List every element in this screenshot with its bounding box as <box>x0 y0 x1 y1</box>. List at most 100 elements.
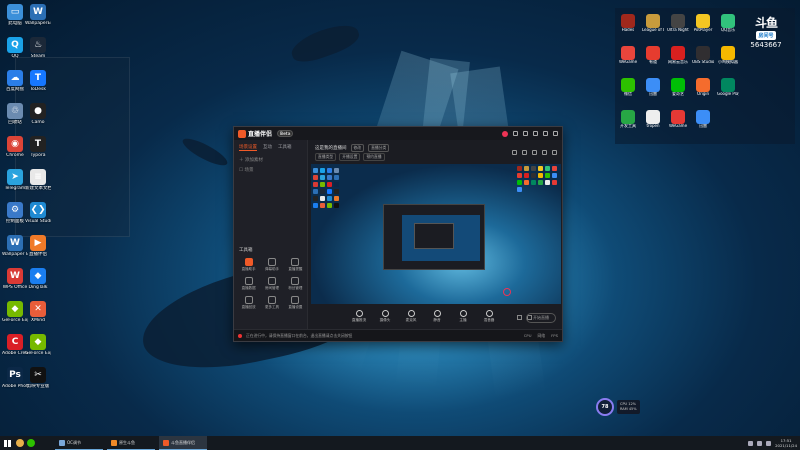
camera-icon[interactable] <box>517 315 522 320</box>
toolbar-button[interactable]: 混音器 <box>479 310 499 323</box>
tool-label: 直播助手 <box>241 267 256 271</box>
fence-app-icon[interactable]: 有道 <box>642 46 664 65</box>
toolbar-label: 主播 <box>459 318 467 322</box>
desktop-icon-label: Visual Studio Code <box>25 219 51 224</box>
mini-icon <box>313 182 318 187</box>
taskbar-item[interactable]: 原生斗鱼 <box>107 436 155 450</box>
fence-app-icon[interactable]: 微信 <box>617 78 639 97</box>
fence-app-icon[interactable]: Google Play <box>717 78 739 97</box>
scene-row[interactable]: ☐ 场景 <box>234 165 307 175</box>
desktop-icon[interactable]: ≡ 新建文本文档 <box>25 169 51 191</box>
stream-settings-chip[interactable]: 开播设置 <box>339 153 361 161</box>
toolbar-button[interactable]: 直播推流 <box>349 310 369 323</box>
toolbox-item[interactable]: 房间管理 <box>260 277 283 291</box>
toolbar-label: 静音 <box>433 318 441 322</box>
fence-app-icon[interactable]: OBS Studio <box>692 46 714 65</box>
desktop-icon[interactable]: ◆ DingTalk <box>25 268 51 290</box>
mirror-icon[interactable] <box>542 150 547 155</box>
start-button[interactable] <box>0 436 14 450</box>
toolbox-grid: 直播助手 弹幕助手 直播提醒直播数据 房间管理 粉丝管理直播回放 更多工具 直播设置 <box>237 258 307 310</box>
fence-app-icon[interactable]: 开发工具 <box>617 110 639 129</box>
toolbar-button[interactable]: 静音 <box>427 310 447 323</box>
app-icon: ☁ <box>7 70 23 86</box>
desktop-icon[interactable]: ♨ Steam <box>25 37 51 59</box>
toolbox-item[interactable]: 直播回放 <box>237 296 260 310</box>
title-bar[interactable]: 直播伴侣 Beta <box>234 127 562 140</box>
taskbar-item[interactable]: 斗鱼直播伴侣 <box>159 436 207 450</box>
desktop-icon[interactable]: T Typora <box>25 136 51 158</box>
desktop-icon[interactable]: ✕ XMind <box>25 301 51 323</box>
layout-icon[interactable] <box>532 150 537 155</box>
toolbar-label: 麦克风 <box>405 318 417 322</box>
go-live-button[interactable]: 开始直播 <box>526 313 556 323</box>
fullscreen-icon[interactable] <box>512 150 517 155</box>
tab-tools[interactable]: 工具箱 <box>278 144 292 151</box>
fence-app-icon[interactable]: QQ音乐 <box>717 14 739 33</box>
ime-icon[interactable] <box>766 440 772 446</box>
wechat-icon[interactable] <box>27 439 35 447</box>
desktop-icon[interactable]: ◆GeForce Experience <box>25 334 51 356</box>
desktop-icon[interactable]: ❮❯Visual Studio Code <box>25 202 51 224</box>
live-preview[interactable] <box>311 164 561 304</box>
fence-app-icon[interactable]: Hades <box>617 14 639 33</box>
toolbox-item[interactable]: 粉丝管理 <box>284 277 307 291</box>
desktop-icon[interactable]: ▶ 直播伴侣 <box>25 235 51 257</box>
clock[interactable]: 17:51 2021/11/24 <box>775 438 797 448</box>
toolbar-button[interactable]: 摄像头 <box>375 310 395 323</box>
fence-app-icon[interactable]: WeGame <box>667 110 689 129</box>
room-title: 这是我的直播间 <box>315 146 347 151</box>
edit-title-button[interactable]: 修改 <box>350 144 365 152</box>
settings-icon[interactable] <box>552 150 557 155</box>
explorer-icon[interactable] <box>16 439 24 447</box>
fence-app-icon[interactable]: League of Legends <box>642 14 664 33</box>
taskbar-item[interactable]: OC调节 <box>55 436 103 450</box>
running-tasks: OC调节 原生斗鱼 斗鱼直播伴侣 <box>55 436 207 450</box>
menu-icon[interactable] <box>523 131 528 136</box>
desktop-icon[interactable]: ● Camo <box>25 103 51 125</box>
desktop-icon[interactable]: WWallpaperEngine <box>25 4 51 26</box>
fence-app-icon[interactable]: 小鸡模拟器 <box>717 46 739 65</box>
toolbox-item[interactable]: 直播提醒 <box>284 258 307 272</box>
desktop-icon[interactable]: ✂ 剪映专业版 <box>25 367 51 389</box>
fence-app-icon[interactable]: Origin <box>692 78 714 97</box>
add-source-row[interactable]: ＋ 添加素材 <box>234 155 307 165</box>
fence-app-icon[interactable]: 迅雷 <box>642 78 664 97</box>
fence-app-icon[interactable]: tropen <box>642 110 664 129</box>
toolbox-item[interactable]: 直播助手 <box>237 258 260 272</box>
toolbox-item[interactable]: 直播数据 <box>237 277 260 291</box>
fence-app-icon[interactable]: PotPlayer <box>692 14 714 33</box>
fence-app-icon[interactable]: WeGame <box>617 46 639 65</box>
tab-scene[interactable]: 场景设置 <box>239 144 257 151</box>
fence-app-icon[interactable]: 爱奇艺 <box>667 78 689 97</box>
user-avatar[interactable] <box>502 130 508 137</box>
desktop-icon[interactable]: T ToDesk <box>25 70 51 92</box>
toolbox-item[interactable]: 弹幕助手 <box>260 258 283 272</box>
status-message: 正在进行中，请保持直播窗口在前台，退出直播请点击关闭按钮 <box>246 332 353 338</box>
network-icon[interactable] <box>748 440 754 446</box>
fence-icon-label: League of Legends <box>642 28 664 32</box>
fence-app-icon[interactable]: 迅雷 <box>692 110 714 129</box>
toolbox-item[interactable]: 更多工具 <box>260 296 283 310</box>
fence-app-icon[interactable]: Ultra Nightmare <box>667 14 689 33</box>
screenshot-icon[interactable] <box>522 150 527 155</box>
mini-icon <box>334 203 339 208</box>
close-icon[interactable] <box>553 131 558 136</box>
toolbox-item[interactable]: 直播设置 <box>284 296 307 310</box>
maximize-icon[interactable] <box>543 131 548 136</box>
schedule-chip[interactable]: 预约直播 <box>363 153 385 161</box>
toolbar-button[interactable]: 主播 <box>453 310 473 323</box>
performance-widget[interactable]: 78 CPU 12% RAM 45% <box>596 398 640 416</box>
skin-icon[interactable] <box>513 131 518 136</box>
stream-type-chip[interactable]: 直播类型 <box>315 153 337 161</box>
volume-icon[interactable] <box>757 440 763 446</box>
desktop-icon-label: Steam <box>30 54 46 59</box>
category-button[interactable]: 直播分类 <box>368 144 390 152</box>
mini-icon <box>517 187 522 192</box>
minimize-icon[interactable] <box>533 131 538 136</box>
toolbar-button[interactable]: 麦克风 <box>401 310 421 323</box>
mini-icon <box>517 173 522 178</box>
tab-interact[interactable]: 互动 <box>263 144 272 151</box>
fence-icon-label: 有道 <box>649 60 657 64</box>
fence-app-icon[interactable]: 网易云音乐 <box>667 46 689 65</box>
toolbar-label: 直播推流 <box>351 318 367 322</box>
